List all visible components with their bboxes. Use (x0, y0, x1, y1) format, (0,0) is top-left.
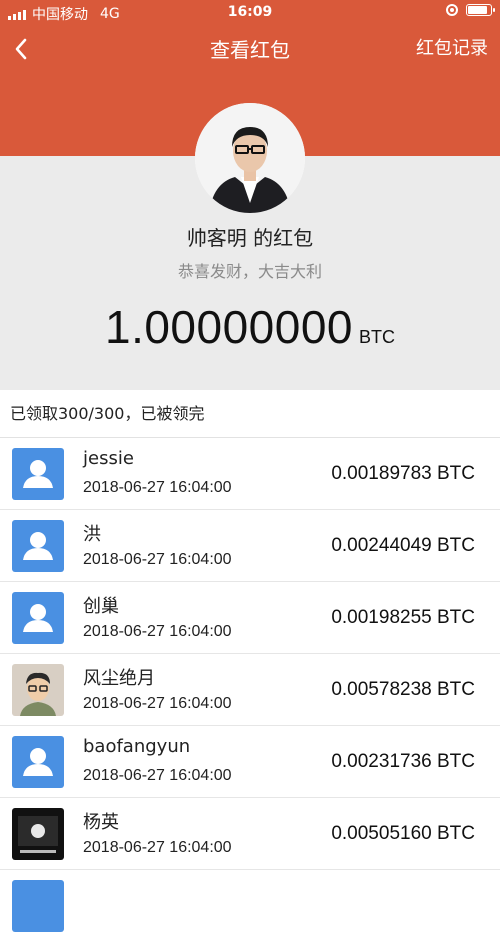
status-bar: 中国移动 4G 16:09 (0, 0, 500, 26)
receive-amount: 0.00578238 BTC (331, 679, 475, 700)
receiver-list: jessie 2018-06-27 16:04:00 0.00189783 BT… (0, 438, 500, 942)
packet-record-link[interactable]: 红包记录 (416, 34, 488, 60)
sender-title: 帅客明 的红包 (186, 226, 314, 250)
cartoon-avatar-icon (12, 664, 64, 716)
list-item[interactable]: 洪 2018-06-27 16:04:00 0.00244049 BTC (0, 510, 500, 582)
default-avatar-icon (12, 520, 64, 572)
receiver-name: 洪 (83, 524, 101, 545)
receiver-name: 创巢 (83, 596, 119, 617)
claim-summary: 已领取300/300，已被领完 (0, 390, 500, 438)
receive-time: 2018-06-27 16:04:00 (83, 767, 232, 784)
amount-unit: BTC (359, 327, 396, 347)
receive-time: 2018-06-27 16:04:00 (83, 551, 232, 568)
receive-amount: 0.00231736 BTC (331, 751, 475, 772)
amount-value: 1.00000000 (104, 301, 354, 353)
orientation-lock-icon (446, 4, 458, 16)
clock: 16:09 (227, 4, 273, 20)
receive-amount: 0.00505160 BTC (331, 823, 475, 844)
default-avatar-icon (12, 736, 64, 788)
battery-icon (466, 4, 495, 16)
list-item[interactable]: 杨英 2018-06-27 16:04:00 0.00505160 BTC (0, 798, 500, 870)
greeting-text: 恭喜发财，大吉大利 (177, 262, 322, 281)
receiver-name: 风尘绝月 (83, 668, 155, 689)
list-item[interactable]: baofangyun 2018-06-27 16:04:00 0.0023173… (0, 726, 500, 798)
receiver-name: jessie (83, 448, 134, 469)
receiver-name: baofangyun (83, 736, 191, 757)
receiver-name: 杨英 (83, 812, 119, 833)
receive-amount: 0.00244049 BTC (331, 535, 475, 556)
receive-amount: 0.00198255 BTC (331, 607, 475, 628)
total-amount: 1.00000000 BTC (0, 300, 500, 354)
dark-photo-avatar-icon (12, 808, 64, 860)
receive-time: 2018-06-27 16:04:00 (83, 623, 232, 640)
list-item[interactable]: jessie 2018-06-27 16:04:00 0.00189783 BT… (0, 438, 500, 510)
default-avatar-icon (12, 592, 64, 644)
receive-time: 2018-06-27 16:04:00 (83, 695, 232, 712)
list-item[interactable]: 创巢 2018-06-27 16:04:00 0.00198255 BTC (0, 582, 500, 654)
receive-time: 2018-06-27 16:04:00 (83, 479, 232, 496)
receive-time: 2018-06-27 16:04:00 (83, 839, 232, 856)
list-item[interactable]: 风尘绝月 2018-06-27 16:04:00 0.00578238 BTC (0, 654, 500, 726)
sender-avatar (195, 103, 305, 213)
receive-amount: 0.00189783 BTC (331, 463, 475, 484)
default-avatar-icon (12, 448, 64, 500)
list-item[interactable] (0, 870, 500, 942)
